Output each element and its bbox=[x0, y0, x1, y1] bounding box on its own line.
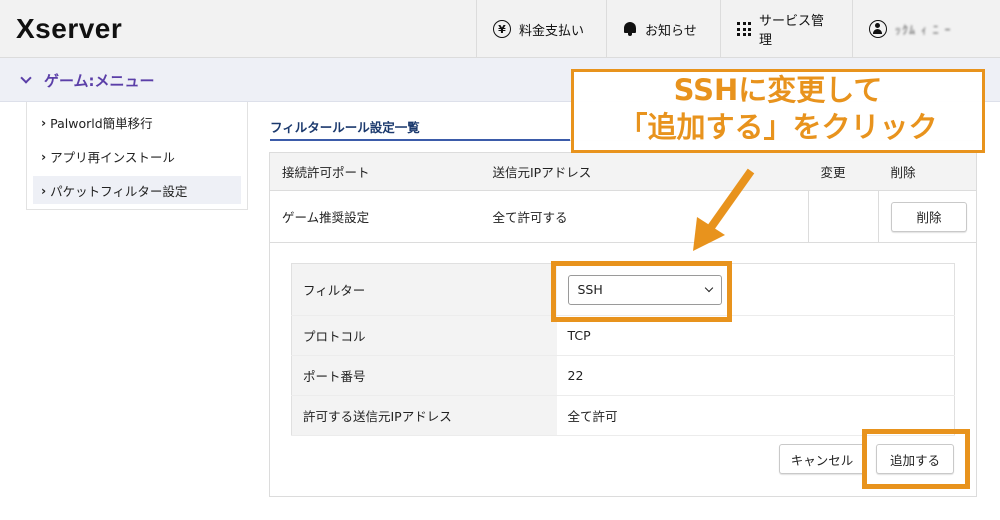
cell-change bbox=[808, 190, 879, 243]
sidebar-item-app-reinstall[interactable]: › アプリ再インストール bbox=[33, 142, 241, 170]
title-underline bbox=[270, 139, 570, 141]
column-header-port: 接続許可ポート bbox=[269, 152, 481, 191]
highlight-filter-select bbox=[551, 261, 732, 322]
sidebar-item-label: アプリ再インストール bbox=[50, 149, 175, 165]
chevron-right-icon: › bbox=[41, 182, 47, 198]
arrow-icon bbox=[693, 168, 755, 251]
header-nav-fees-label: 料金支払い bbox=[519, 23, 585, 39]
user-icon bbox=[869, 20, 887, 38]
table-row: ゲーム推奨設定 全て許可する 削除 bbox=[269, 190, 977, 243]
form-row-port: ポート番号 22 bbox=[291, 355, 955, 396]
sidebar: › Palworld簡単移行 › アプリ再インストール › パケットフィルター設… bbox=[26, 102, 248, 210]
top-header: Xserver ¥ 料金支払い お知らせ サービス管理 ｯｸﾑ ｨ ﾆ ｰ bbox=[0, 0, 1000, 58]
instruction-line-1: SSHに変更して bbox=[673, 73, 883, 107]
column-header-change: 変更 bbox=[808, 152, 879, 191]
header-nav: ¥ 料金支払い お知らせ サービス管理 ｯｸﾑ ｨ ﾆ ｰ bbox=[476, 0, 1000, 58]
sidebar-item-palworld-migration[interactable]: › Palworld簡単移行 bbox=[33, 108, 241, 136]
form-row-source-ip: 許可する送信元IPアドレス 全て許可 bbox=[291, 395, 955, 436]
sidebar-item-label: パケットフィルター設定 bbox=[50, 183, 188, 199]
header-nav-user[interactable]: ｯｸﾑ ｨ ﾆ ｰ bbox=[852, 0, 1000, 58]
highlight-add-button bbox=[862, 429, 970, 489]
cell-delete: 削除 bbox=[878, 190, 977, 243]
port-value: 22 bbox=[556, 355, 955, 396]
game-menu-label: ゲーム:メニュー bbox=[44, 72, 155, 90]
header-nav-service-label: サービス管理 bbox=[759, 14, 825, 48]
filter-rules-table: 接続許可ポート 送信元IPアドレス 変更 削除 ゲーム推奨設定 全て許可する 削… bbox=[269, 152, 977, 243]
column-header-delete: 削除 bbox=[878, 152, 977, 191]
game-menu-title[interactable]: ゲーム:メニュー bbox=[20, 70, 155, 91]
bell-icon bbox=[623, 21, 637, 37]
instruction-line-2: 「追加する」をクリック bbox=[618, 110, 938, 144]
source-ip-label: 許可する送信元IPアドレス bbox=[291, 395, 557, 436]
cancel-button[interactable]: キャンセル bbox=[779, 444, 865, 474]
header-nav-notice-label: お知らせ bbox=[645, 23, 697, 39]
protocol-label: プロトコル bbox=[291, 315, 557, 356]
delete-button[interactable]: 削除 bbox=[891, 201, 967, 232]
header-nav-service[interactable]: サービス管理 bbox=[720, 0, 852, 58]
header-nav-notice[interactable]: お知らせ bbox=[606, 0, 720, 58]
cell-port: ゲーム推奨設定 bbox=[269, 190, 481, 243]
port-label: ポート番号 bbox=[291, 355, 557, 396]
grid-icon bbox=[737, 22, 751, 36]
chevron-down-icon bbox=[20, 72, 32, 84]
yen-icon: ¥ bbox=[493, 20, 511, 38]
filter-label: フィルター bbox=[291, 263, 557, 316]
table-header-row: 接続許可ポート 送信元IPアドレス 変更 削除 bbox=[269, 152, 977, 191]
instruction-callout: SSHに変更して 「追加する」をクリック bbox=[571, 69, 985, 153]
user-name: ｯｸﾑ ｨ ﾆ ｰ bbox=[895, 22, 952, 37]
xserver-logo[interactable]: Xserver bbox=[16, 13, 122, 45]
chevron-right-icon: › bbox=[41, 148, 47, 164]
sidebar-item-packet-filter[interactable]: › パケットフィルター設定 bbox=[33, 176, 241, 204]
sidebar-item-label: Palworld簡単移行 bbox=[50, 115, 153, 131]
chevron-right-icon: › bbox=[41, 114, 47, 130]
header-nav-fees[interactable]: ¥ 料金支払い bbox=[476, 0, 606, 58]
page-title: フィルタールール設定一覧 bbox=[270, 120, 420, 135]
